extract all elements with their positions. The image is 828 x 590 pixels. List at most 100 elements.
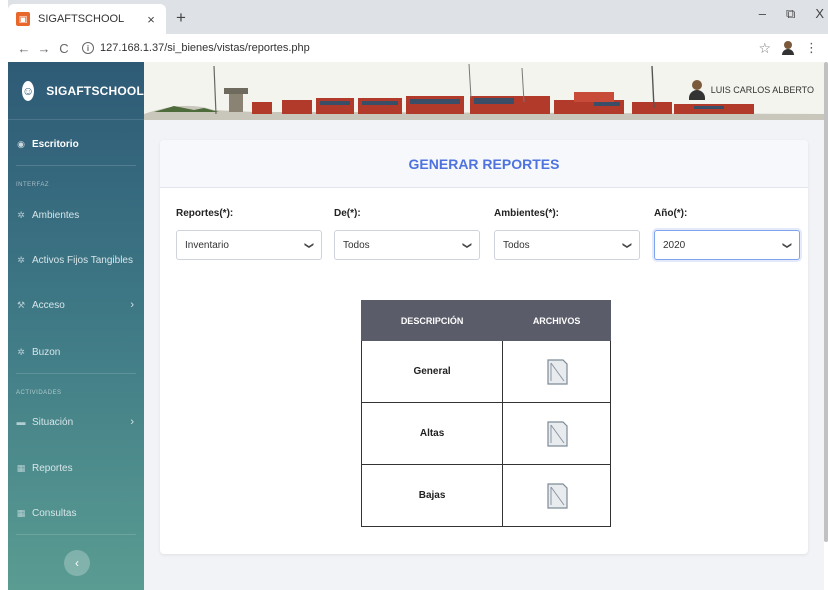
document-icon[interactable] (542, 481, 572, 511)
forward-icon[interactable]: → (34, 41, 54, 56)
sidebar-heading-interfaz: INTERFAZ (16, 182, 50, 188)
document-icon[interactable] (542, 357, 572, 387)
user-menu[interactable]: LUIS CARLOS ALBERTO (687, 80, 814, 100)
folder-icon: ▬ (16, 417, 26, 427)
filter-reportes: Reportes(*): Inventario ❯ (176, 208, 322, 260)
sidebar-brand[interactable]: ☺ SIGAFTSCHOOL (8, 62, 144, 120)
sidebar-item-label: Activos Fijos Tangibles (32, 254, 133, 266)
brand-name: SIGAFTSCHOOL (46, 83, 144, 98)
sidebar: ☺ SIGAFTSCHOOL ◉ Escritorio INTERFAZ ✲ A… (8, 62, 144, 590)
main-content: GENERAR REPORTES Reportes(*): Inventario… (144, 120, 824, 590)
sidebar-divider (16, 373, 136, 374)
filter-anio: Año(*): 2020 ❯ (654, 208, 800, 260)
sidebar-item-buzon[interactable]: ✲ Buzon (8, 338, 144, 366)
gear-icon: ✲ (17, 209, 25, 220)
sidebar-heading-actividades: ACTIVIDADES (16, 390, 62, 396)
back-icon[interactable]: ← (14, 41, 34, 56)
row-description: Bajas (360, 464, 504, 527)
chevron-down-icon: ❯ (782, 241, 793, 250)
table-icon: ▦ (16, 462, 26, 473)
page-scrollbar[interactable] (824, 62, 828, 542)
user-name: LUIS CARLOS ALBERTO (710, 85, 814, 95)
new-tab-button[interactable]: + (172, 9, 190, 27)
column-header-archivos: ARCHIVOS (502, 300, 611, 341)
browser-window: ▣ SIGAFTSCHOOL × + – ⧉ X ← → C i 127.168… (8, 0, 828, 590)
restore-button[interactable]: ⧉ (786, 6, 795, 22)
gear-icon: ✲ (17, 346, 25, 357)
sidebar-item-label: Acceso (32, 299, 65, 311)
url-text: 127.168.1.37/si_bienes/vistas/reportes.p… (100, 42, 310, 54)
row-file-cell (502, 402, 611, 465)
sidebar-divider (16, 165, 136, 166)
top-banner: LUIS CARLOS ALBERTO (144, 62, 824, 120)
table-row: General (360, 340, 611, 403)
sidebar-item-label: Reportes (32, 462, 73, 474)
select-value: 2020 (663, 239, 686, 251)
document-icon[interactable] (542, 419, 572, 449)
tab-close-icon[interactable]: × (144, 12, 158, 27)
row-description: General (360, 340, 504, 403)
chevron-right-icon: › (130, 416, 134, 428)
card-header: GENERAR REPORTES (160, 140, 808, 188)
filter-ambientes: Ambientes(*): Todos ❯ (494, 208, 640, 260)
reload-icon[interactable]: C (54, 41, 74, 56)
browser-tab[interactable]: ▣ SIGAFTSCHOOL × (8, 4, 166, 34)
ambientes-select[interactable]: Todos ❯ (494, 230, 640, 260)
sidebar-item-label: Situación (32, 416, 74, 428)
row-file-cell (502, 464, 611, 527)
smile-logo-icon: ☺ (22, 80, 35, 101)
sidebar-divider (16, 534, 136, 535)
table-icon: ▦ (16, 507, 26, 518)
report-card: GENERAR REPORTES Reportes(*): Inventario… (160, 140, 808, 554)
select-value: Inventario (185, 239, 229, 251)
page-title: GENERAR REPORTES (408, 155, 560, 172)
sidebar-item-ambientes[interactable]: ✲ Ambientes (8, 201, 144, 229)
reportes-select[interactable]: Inventario ❯ (176, 230, 322, 260)
browser-menu-icon[interactable]: ⋮ (805, 40, 818, 56)
sidebar-item-label: Escritorio (32, 138, 79, 150)
de-select[interactable]: Todos ❯ (334, 230, 480, 260)
minimize-button[interactable]: – (759, 6, 766, 22)
sidebar-item-label: Buzon (32, 346, 61, 358)
sidebar-item-reportes[interactable]: ▦ Reportes (8, 454, 144, 482)
avatar (687, 80, 707, 100)
row-description: Altas (360, 402, 504, 465)
filter-de: De(*): Todos ❯ (334, 208, 480, 260)
filter-label: Año(*): (654, 208, 688, 219)
sidebar-item-consultas[interactable]: ▦ Consultas (8, 499, 144, 527)
filter-label: De(*): (334, 208, 361, 219)
table-header-row: DESCRIPCIÓN ARCHIVOS (360, 300, 611, 341)
window-controls: – ⧉ X (759, 6, 824, 22)
select-value: Todos (503, 239, 530, 251)
sidebar-item-label: Ambientes (32, 209, 80, 221)
tab-bar: ▣ SIGAFTSCHOOL × + – ⧉ X (8, 0, 828, 34)
gear-icon: ✲ (17, 254, 25, 265)
sidebar-item-acceso[interactable]: ⚒ Acceso › (8, 291, 144, 319)
sidebar-item-escritorio[interactable]: ◉ Escritorio (8, 130, 144, 158)
filter-label: Ambientes(*): (494, 208, 560, 219)
wrench-icon: ⚒ (16, 299, 26, 310)
chevron-down-icon: ❯ (462, 241, 473, 250)
chevron-right-icon: › (130, 299, 134, 311)
select-value: Todos (343, 239, 370, 251)
address-bar: ← → C i 127.168.1.37/si_bienes/vistas/re… (8, 34, 828, 62)
tab-title: SIGAFTSCHOOL (38, 13, 125, 25)
close-window-button[interactable]: X (815, 6, 824, 22)
reports-table: DESCRIPCIÓN ARCHIVOS General Altas Bajas (360, 300, 611, 527)
sidebar-item-situacion[interactable]: ▬ Situación › (8, 408, 144, 436)
column-header-descripcion: DESCRIPCIÓN (360, 300, 504, 341)
table-row: Altas (360, 402, 611, 465)
browser-profile-icon[interactable] (781, 41, 795, 55)
bookmark-star-icon[interactable]: ☆ (758, 40, 771, 57)
site-info-icon[interactable]: i (82, 42, 94, 54)
sidebar-item-activos-fijos[interactable]: ✲ Activos Fijos Tangibles (8, 246, 144, 274)
site-favicon-icon: ▣ (16, 12, 30, 26)
chevron-down-icon: ❯ (622, 241, 633, 250)
sidebar-toggle-button[interactable]: ‹ (64, 550, 90, 576)
table-row: Bajas (360, 464, 611, 527)
anio-select[interactable]: 2020 ❯ (654, 230, 800, 260)
chevron-down-icon: ❯ (304, 241, 315, 250)
url-field[interactable]: i 127.168.1.37/si_bienes/vistas/reportes… (82, 42, 758, 54)
row-file-cell (502, 340, 611, 403)
filter-label: Reportes(*): (176, 208, 234, 219)
